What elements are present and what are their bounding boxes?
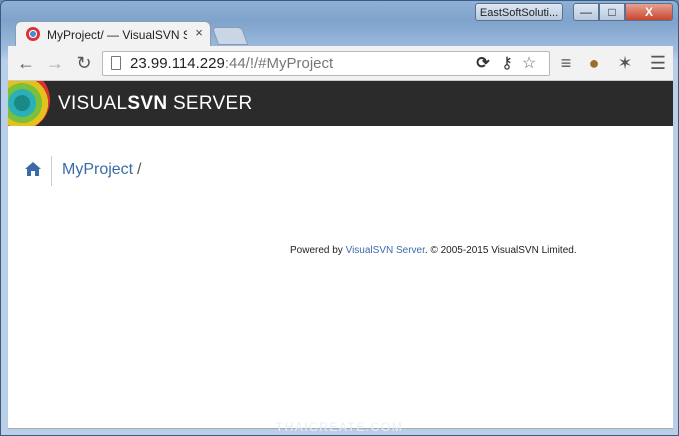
breadcrumb-divider [51,156,52,186]
close-window-button[interactable]: X [625,3,673,21]
address-bar[interactable]: 23.99.114.229:44/!/#MyProject ⟳ ⚷ ☆ [102,51,550,76]
browser-toolbar: ← → ↻ 23.99.114.229:44/!/#MyProject ⟳ ⚷ … [8,46,673,81]
forward-icon[interactable]: → [45,53,65,73]
extension-icon[interactable]: ≡ [556,53,576,73]
back-icon[interactable]: ← [16,53,36,73]
visualsvn-logo [8,81,50,126]
browser-window: EastSoftSoluti... — □ X MyProject/ — Vis… [0,0,679,436]
bug-icon[interactable]: ✶ [615,53,635,73]
footer: Powered by VisualSVN Server. © 2005-2015… [290,245,577,256]
brand-title: VISUALSVN SERVER [58,93,253,115]
url-text[interactable]: 23.99.114.229:44/!/#MyProject [130,55,333,72]
page-icon [111,56,121,70]
url-path: :44/!/#MyProject [224,55,334,72]
close-tab-icon[interactable]: × [192,26,206,40]
star-icon[interactable]: ☆ [519,54,539,74]
home-icon[interactable] [24,161,42,177]
sync-icon[interactable]: ⟳ [473,54,493,74]
footer-prefix: Powered by [290,245,346,256]
brand-tail: SERVER [167,93,253,114]
reload-icon[interactable]: ↻ [74,53,94,73]
maximize-button[interactable]: □ [599,3,625,21]
page-viewport: VISUALSVN SERVER MyProject / Powered by … [8,81,673,429]
key-icon[interactable]: ⚷ [497,54,517,74]
tab-title: MyProject/ — VisualSVN S [47,28,187,42]
menu-icon[interactable]: ☰ [648,53,668,73]
watermark: THAICREATE.COM [275,420,404,434]
brand-bold: SVN [127,93,168,114]
user-profile-button[interactable]: EastSoftSoluti... [475,3,563,21]
favicon-icon [26,27,40,41]
footer-suffix: . © 2005-2015 VisualSVN Limited. [424,245,577,256]
tab-myproject[interactable]: MyProject/ — VisualSVN S × [15,21,211,47]
visualsvn-link[interactable]: VisualSVN Server [346,245,425,256]
new-tab-button[interactable] [211,27,249,45]
minimize-button[interactable]: — [573,3,599,21]
brand-light: VISUAL [58,93,128,114]
cookie-icon[interactable]: ● [584,53,604,73]
breadcrumb-link-myproject[interactable]: MyProject [62,161,133,179]
breadcrumb-slash: / [137,161,142,178]
site-header: VISUALSVN SERVER [8,81,673,126]
url-host: 23.99.114.229 [130,55,225,72]
